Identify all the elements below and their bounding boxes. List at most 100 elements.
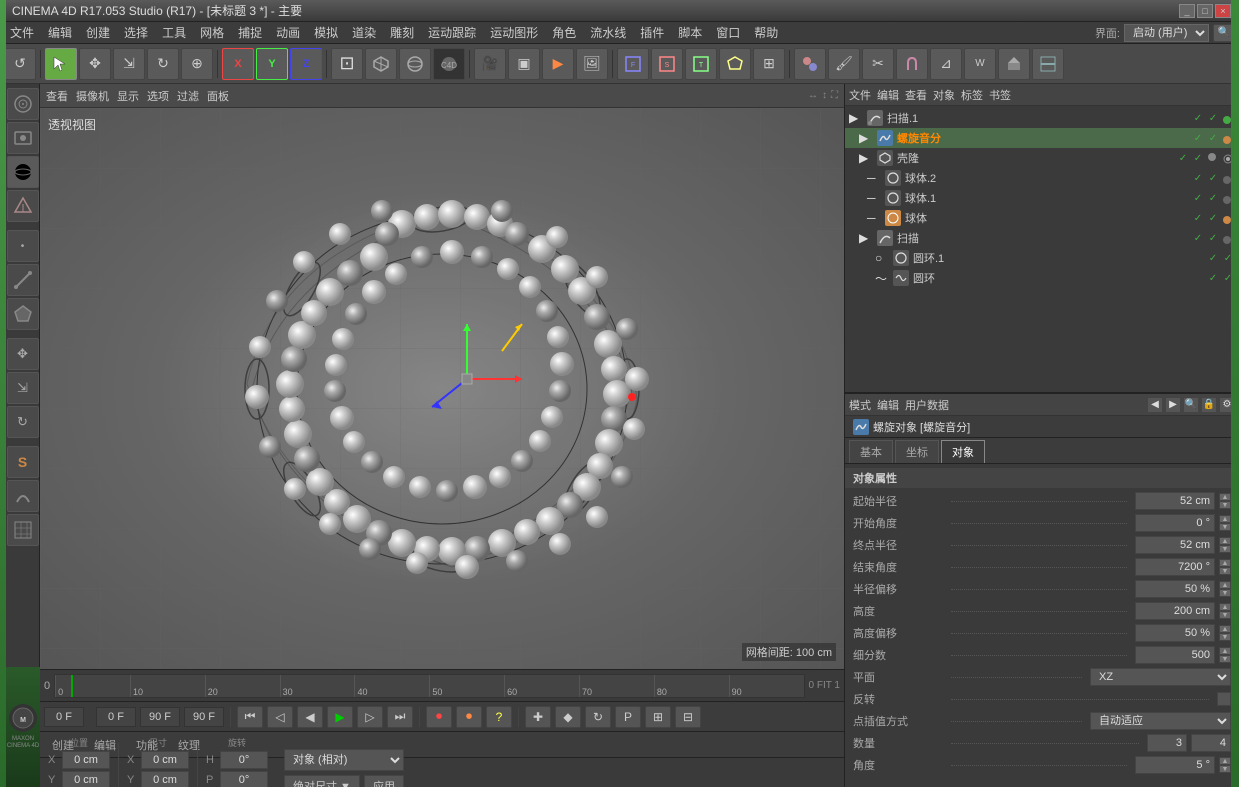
prop-spin-up-7[interactable]: ▲	[1219, 625, 1231, 633]
om-menu-object[interactable]: 对象	[933, 87, 955, 103]
prop-spin-down-13[interactable]: ▼	[1219, 765, 1231, 773]
minimize-button[interactable]: _	[1179, 4, 1195, 18]
check-sphere-2[interactable]: ✓	[1206, 211, 1220, 225]
prop-spin-up-8[interactable]: ▲	[1219, 647, 1231, 655]
sidebar-render[interactable]	[7, 190, 39, 222]
vp-menu-display[interactable]: 显示	[117, 88, 139, 104]
menu-mesh[interactable]: 网格	[194, 22, 230, 43]
menu-file[interactable]: 文件	[4, 22, 40, 43]
prop-spin-up-6[interactable]: ▲	[1219, 603, 1231, 611]
goto-start-button[interactable]: ⏮	[237, 706, 263, 728]
sidebar-s[interactable]: S	[7, 446, 39, 478]
obj-row-circle[interactable]: ～ 圆环 ✓ ✓	[845, 268, 1239, 288]
play-reverse-button[interactable]: ◀	[297, 706, 323, 728]
menu-render[interactable]: 道染	[346, 22, 382, 43]
maximize-button[interactable]: □	[1197, 4, 1213, 18]
expand-icon-shell[interactable]: ▶	[859, 151, 875, 165]
rotate-tool[interactable]: ↻	[147, 48, 179, 80]
prop-spin-down-8[interactable]: ▼	[1219, 655, 1231, 663]
current-frame-input[interactable]	[44, 707, 84, 727]
check-circle1-1[interactable]: ✓	[1206, 251, 1220, 265]
sidebar-bend[interactable]	[7, 480, 39, 512]
prop-menu-mode[interactable]: 模式	[849, 397, 871, 413]
texture-button[interactable]	[794, 48, 826, 80]
check-helix-1[interactable]: ✓	[1191, 131, 1205, 145]
render-button[interactable]: ▶	[542, 48, 574, 80]
check-green-2[interactable]: ✓	[1206, 111, 1220, 125]
prop-spin-up-2[interactable]: ▲	[1219, 515, 1231, 523]
prop-value-radius-offset[interactable]: 50 %	[1135, 580, 1215, 598]
sidebar-polygons[interactable]	[7, 298, 39, 330]
prop-spin-down-2[interactable]: ▼	[1219, 523, 1231, 531]
sidebar-move[interactable]: ✥	[7, 338, 39, 370]
sidebar-material[interactable]	[7, 156, 39, 188]
rot-p-input[interactable]	[220, 771, 268, 787]
motion-path-button[interactable]: ✚	[525, 706, 551, 728]
undo-button[interactable]: ↺	[4, 48, 36, 80]
tab-object[interactable]: 对象	[941, 440, 985, 463]
menu-mograph[interactable]: 运动图形	[484, 22, 544, 43]
transform-tool[interactable]: ⊕	[181, 48, 213, 80]
sidebar-edges[interactable]	[7, 264, 39, 296]
layout-toggle[interactable]: ⊟	[675, 706, 701, 728]
vp-menu-filter[interactable]: 过滤	[177, 88, 199, 104]
om-menu-edit[interactable]: 编辑	[877, 87, 899, 103]
sidebar-points[interactable]: •	[7, 230, 39, 262]
om-menu-bookmarks[interactable]: 书签	[989, 87, 1011, 103]
prop-spin-up-4[interactable]: ▲	[1219, 559, 1231, 567]
prop-value-height-offset[interactable]: 50 %	[1135, 624, 1215, 642]
camera-button[interactable]: 🎥	[474, 48, 506, 80]
obj-row-sphere[interactable]: ─ 球体 ✓ ✓	[845, 208, 1239, 228]
scale-tool[interactable]: ⇲	[113, 48, 145, 80]
persp-view[interactable]	[719, 48, 751, 80]
menu-help[interactable]: 帮助	[748, 22, 784, 43]
pos-y-input[interactable]	[62, 771, 110, 787]
check-sphere2-1[interactable]: ✓	[1191, 171, 1205, 185]
magnet-button[interactable]	[896, 48, 928, 80]
prop-spin-down-7[interactable]: ▼	[1219, 633, 1231, 641]
menu-edit[interactable]: 编辑	[42, 22, 78, 43]
timeline-settings[interactable]: ⊞	[645, 706, 671, 728]
prop-value-start-angle[interactable]: 0 °	[1135, 514, 1215, 532]
prop-spin-down-3[interactable]: ▼	[1219, 545, 1231, 553]
axis-y[interactable]: Y	[256, 48, 288, 80]
auto-key-button[interactable]: ⏺	[456, 706, 482, 728]
move-tool[interactable]: ✥	[79, 48, 111, 80]
check-green-1[interactable]: ✓	[1191, 111, 1205, 125]
top-view[interactable]: T	[685, 48, 717, 80]
knife-button[interactable]: ✂	[862, 48, 894, 80]
prev-frame-button[interactable]: ◁	[267, 706, 293, 728]
select-tool[interactable]	[45, 48, 77, 80]
prop-dropdown-interpolation[interactable]: 自动适应 固定 自然	[1090, 712, 1231, 730]
prop-value-height[interactable]: 200 cm	[1135, 602, 1215, 620]
menu-window[interactable]: 窗口	[710, 22, 746, 43]
obj-row-sweep2[interactable]: ▶ 扫描 ✓ ✓	[845, 228, 1239, 248]
prop-spin-up-1[interactable]: ▲	[1219, 493, 1231, 501]
axis-x[interactable]: X	[222, 48, 254, 80]
menu-simulate[interactable]: 模拟	[308, 22, 344, 43]
check-sweep2-2[interactable]: ✓	[1206, 231, 1220, 245]
prop-checkbox-reverse[interactable]	[1217, 692, 1231, 706]
check-shell-2[interactable]: ✓	[1191, 151, 1205, 165]
obj-row-sweep1[interactable]: ▶ 扫描.1 ✓ ✓	[845, 108, 1239, 128]
tab-basic[interactable]: 基本	[849, 440, 893, 463]
expand-icon-helix[interactable]: ▶	[859, 131, 875, 145]
frame-end-input[interactable]	[140, 707, 180, 727]
sidebar-rotate[interactable]: ↻	[7, 406, 39, 438]
prop-value-angle[interactable]: 5 °	[1135, 756, 1215, 774]
prop-menu-userdata[interactable]: 用户数据	[905, 397, 949, 413]
om-menu-view[interactable]: 查看	[905, 87, 927, 103]
cinema4d-icon[interactable]: C4D	[433, 48, 465, 80]
side-view[interactable]: S	[651, 48, 683, 80]
menu-sculpt[interactable]: 雕刻	[384, 22, 420, 43]
expand-icon-sweep1[interactable]: ▶	[849, 111, 865, 125]
size-x-input[interactable]	[141, 751, 189, 769]
obj-row-helix[interactable]: ▶ 螺旋音分 ✓ ✓	[845, 128, 1239, 148]
render-region[interactable]: ▣	[508, 48, 540, 80]
cube-tool[interactable]	[365, 48, 397, 80]
frame-end-input2[interactable]	[184, 707, 224, 727]
vp-menu-view[interactable]: 查看	[46, 88, 68, 104]
key-button[interactable]: ?	[486, 706, 512, 728]
prop-spin-down-1[interactable]: ▼	[1219, 501, 1231, 509]
prop-spinner-subdivisions[interactable]: ▲ ▼	[1219, 647, 1231, 663]
